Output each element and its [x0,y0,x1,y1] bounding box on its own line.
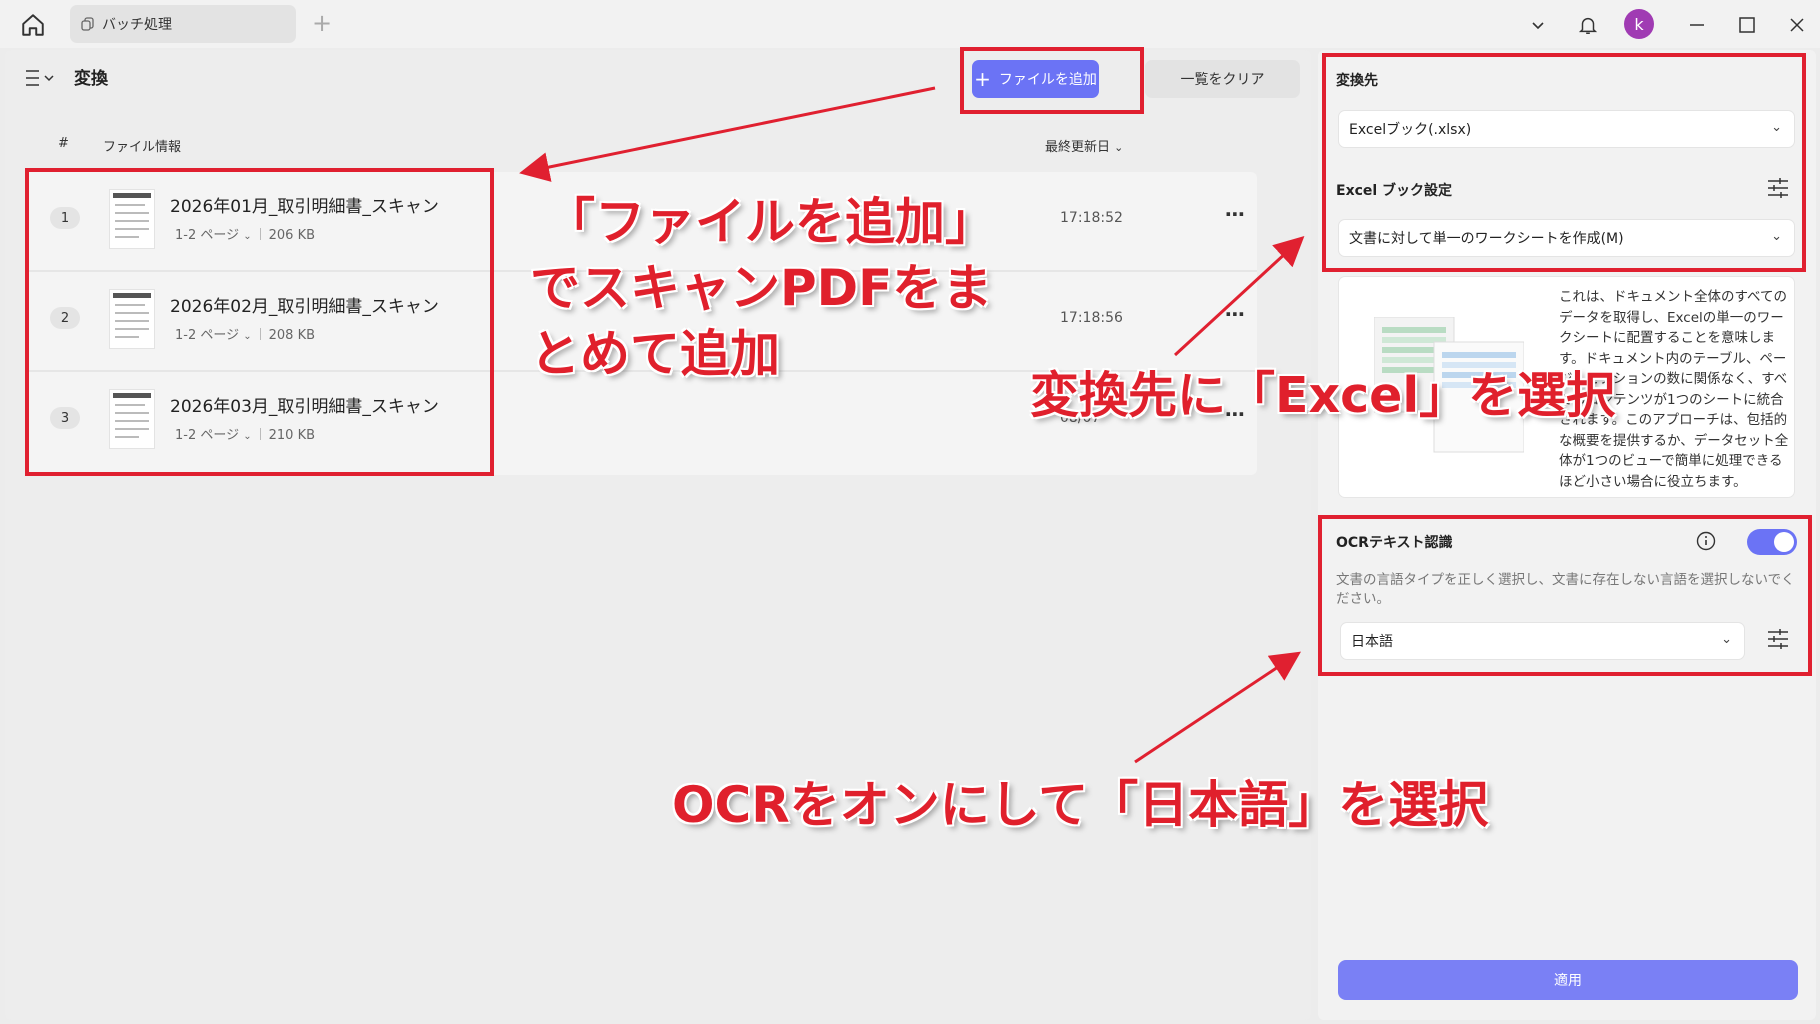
clear-list-button[interactable]: 一覧をクリア [1145,60,1300,98]
minimize-icon[interactable] [1684,12,1710,38]
file-time: 17:18:52 [1060,210,1123,226]
annotation-box-ocr [1318,515,1812,676]
apply-button[interactable]: 適用 [1338,960,1798,1000]
annotation-box-target [1322,53,1806,272]
annotation-excel: 変換先に「Excel」を選択 [1030,367,1616,424]
maximize-icon[interactable] [1734,12,1760,38]
annotation-add-line3: とめて追加 [530,325,780,383]
annotation-add-line2: でスキャンPDFをま [530,259,993,317]
list-menu-icon[interactable] [24,68,60,88]
column-date-label: 最終更新日 [1045,140,1111,155]
home-icon[interactable] [20,12,46,38]
close-icon[interactable] [1784,12,1810,38]
column-last-modified[interactable]: 最終更新日 ⌄ [1045,136,1123,155]
tab-batch[interactable]: バッチ処理 [70,5,296,43]
column-file-info: ファイル情報 [103,140,182,155]
annotation-box-add [960,47,1144,114]
new-tab-icon[interactable]: + [312,10,332,36]
more-icon[interactable]: ⋯ [1225,202,1246,226]
annotation-add-line1: 「ファイルを追加」 [545,193,995,251]
title-bar: バッチ処理 + k [0,0,1820,48]
file-time: 17:18:56 [1060,310,1123,326]
chevron-down-icon: ⌄ [1114,141,1124,154]
tab-label: バッチ処理 [102,17,172,33]
copy-icon [81,17,94,31]
page-title: 変換 [74,69,108,89]
column-number: # [58,136,69,151]
bell-icon[interactable] [1575,12,1601,38]
chevron-down-icon[interactable] [1525,12,1551,38]
avatar[interactable]: k [1624,9,1654,39]
annotation-box-files [25,168,494,476]
annotation-ocr: OCRをオンにして「日本語」を選択 [672,776,1489,834]
more-icon[interactable]: ⋯ [1225,302,1246,326]
